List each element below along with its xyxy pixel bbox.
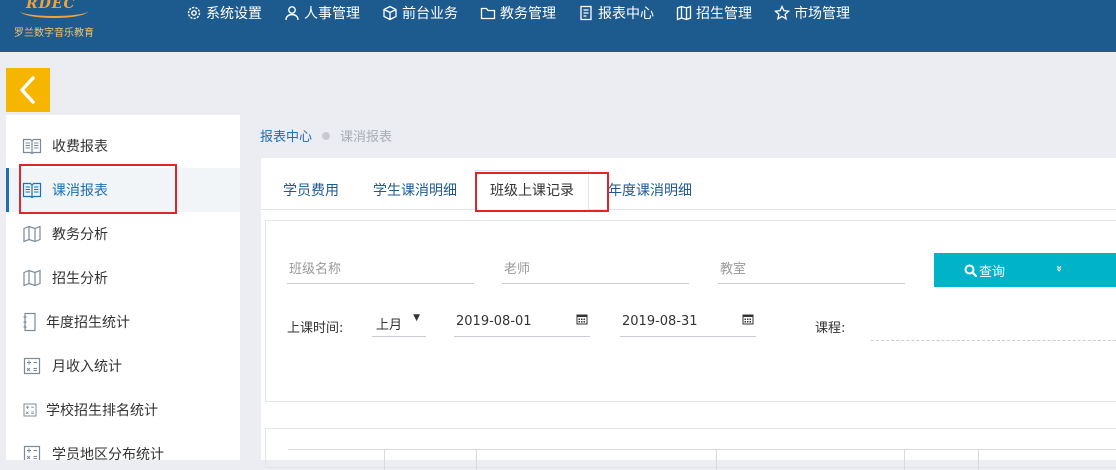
classroom-placeholder: 教室 (720, 262, 747, 277)
sidebar-item-academic-analysis[interactable]: 教务分析 (6, 212, 240, 256)
breadcrumb: 报表中心 课消报表 (260, 126, 392, 145)
sidebar-item-monthly-income-stats[interactable]: 月收入统计 (6, 344, 240, 388)
folder-icon (480, 7, 496, 20)
sidebar-item-label: 月收入统计 (52, 359, 122, 375)
period-select-value: 上月 (376, 318, 403, 333)
tab-student-consumption-detail[interactable]: 学生课消明细 (373, 180, 457, 200)
nav-item-front-desk[interactable]: 前台业务 (382, 0, 458, 26)
sidebar-collapse-button[interactable] (6, 68, 50, 112)
table-header-cell (384, 450, 477, 470)
class-time-label: 上课时间: (287, 321, 344, 336)
notebook-icon (23, 312, 36, 332)
sidebar-item-label: 学员地区分布统计 (52, 447, 164, 460)
logo-subtitle: 罗兰数字音乐教育 (14, 28, 94, 39)
results-table (265, 428, 1116, 470)
end-date-input[interactable]: 2019-08-31 (620, 307, 756, 337)
calculator-icon (23, 445, 41, 460)
sidebar-item-fee-report[interactable]: 收费报表 (6, 124, 240, 168)
nav-item-label: 前台业务 (402, 6, 458, 22)
sidebar-item-label: 教务分析 (52, 227, 108, 243)
calculator-icon (23, 403, 37, 417)
breadcrumb-root[interactable]: 报表中心 (260, 126, 312, 145)
start-date-value: 2019-08-01 (456, 314, 532, 329)
sidebar-item-label: 收费报表 (52, 139, 108, 155)
period-select[interactable]: 上月 ▼ (372, 307, 426, 337)
logo-mark: RDEC (26, 0, 76, 12)
table-header-cell (476, 450, 717, 470)
map-icon (676, 5, 692, 21)
book-icon (22, 138, 42, 155)
tab-bar: 学员费用 学生课消明细 班级上课记录 年度课消明细 (261, 158, 1116, 210)
nav-item-academic[interactable]: 教务管理 (480, 0, 556, 26)
course-input[interactable] (871, 340, 1116, 341)
caret-down-icon: ▼ (413, 313, 420, 323)
sidebar-item-label: 招生分析 (52, 271, 108, 287)
filter-form: 班级名称 老师 教室 上课时间: 上月 ▼ 2019-08-01 2019-08… (265, 220, 1116, 402)
chevron-left-icon (20, 76, 35, 104)
main-nav: 系统设置 人事管理 前台业务 教务管理 报表中心 招生管理 市场管理 (186, 0, 872, 26)
table-header-cell (288, 450, 385, 470)
search-icon (964, 264, 977, 277)
sidebar-item-student-region-stats[interactable]: 学员地区分布统计 (6, 432, 240, 460)
nav-item-label: 人事管理 (304, 6, 360, 22)
table-header-cell (716, 450, 905, 470)
expand-chevron-icon[interactable]: » (1053, 265, 1066, 272)
table-header-cell (978, 450, 1116, 470)
sidebar-item-enrollment-analysis[interactable]: 招生分析 (6, 256, 240, 300)
map-icon (23, 225, 41, 243)
calendar-icon[interactable] (576, 313, 588, 325)
nav-item-label: 报表中心 (598, 6, 654, 22)
sidebar-item-label: 学校招生排名统计 (46, 403, 158, 419)
nav-item-enrollment[interactable]: 招生管理 (676, 0, 752, 26)
user-icon (285, 6, 299, 21)
breadcrumb-current: 课消报表 (340, 130, 393, 145)
sidebar-item-school-enrollment-ranking[interactable]: 学校招生排名统计 (6, 388, 240, 432)
sidebar-item-annual-enrollment-stats[interactable]: 年度招生统计 (6, 300, 240, 344)
start-date-input[interactable]: 2019-08-01 (454, 307, 590, 337)
star-icon (774, 5, 790, 21)
document-icon (580, 5, 592, 21)
sidebar-item-label: 年度招生统计 (46, 315, 130, 331)
highlight-box-sidebar (19, 164, 177, 214)
nav-item-label: 招生管理 (696, 6, 752, 22)
nav-item-label: 系统设置 (206, 6, 262, 22)
logo[interactable]: RDEC 罗兰数字音乐教育 (12, 0, 132, 52)
nav-item-label: 教务管理 (500, 6, 556, 22)
teacher-placeholder: 老师 (504, 262, 531, 277)
query-button-label: 查询 (979, 264, 1006, 280)
query-button[interactable]: 查询 » (934, 253, 1116, 287)
end-date-value: 2019-08-31 (622, 314, 698, 329)
calculator-icon (23, 357, 41, 375)
top-nav-bar: RDEC 罗兰数字音乐教育 系统设置 人事管理 前台业务 教务管理 报表中心 招… (0, 0, 1116, 52)
classroom-input[interactable]: 教室 (718, 254, 905, 284)
calendar-icon[interactable] (742, 313, 754, 325)
class-name-placeholder: 班级名称 (289, 262, 342, 277)
nav-item-system-settings[interactable]: 系统设置 (186, 0, 262, 26)
tab-student-fees[interactable]: 学员费用 (283, 180, 339, 200)
cube-icon (383, 5, 397, 21)
tab-annual-consumption-detail[interactable]: 年度课消明细 (608, 180, 692, 200)
table-header-cell (904, 450, 979, 470)
highlight-box-tab (475, 172, 609, 212)
class-name-input[interactable]: 班级名称 (287, 254, 474, 284)
nav-item-label: 市场管理 (794, 6, 850, 22)
main-panel: 学员费用 学生课消明细 班级上课记录 年度课消明细 班级名称 老师 教室 上课时… (261, 158, 1116, 470)
breadcrumb-separator (322, 131, 331, 140)
gear-icon (187, 6, 201, 20)
course-label: 课程: (815, 321, 846, 336)
nav-item-marketing[interactable]: 市场管理 (774, 0, 850, 26)
nav-item-hr[interactable]: 人事管理 (284, 0, 360, 26)
map-icon (23, 269, 41, 287)
nav-item-reports[interactable]: 报表中心 (578, 0, 654, 26)
teacher-input[interactable]: 老师 (502, 254, 689, 284)
